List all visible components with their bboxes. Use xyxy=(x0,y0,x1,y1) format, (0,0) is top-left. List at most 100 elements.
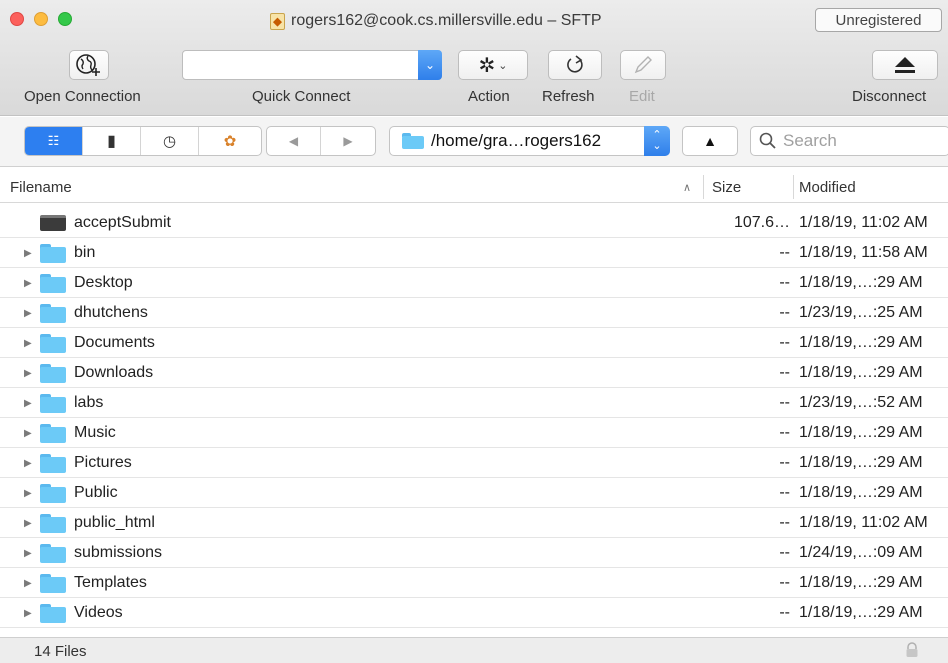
folder-icon xyxy=(40,328,66,358)
disclosure-triangle-icon[interactable]: ▶ xyxy=(24,418,36,448)
file-name: acceptSubmit xyxy=(74,214,171,231)
file-list: acceptSubmit 107.6… 1/18/19, 11:02 AM ▶ bin -… xyxy=(0,208,948,628)
disconnect-button[interactable] xyxy=(872,50,938,80)
file-modified: 1/18/19,…:29 AM xyxy=(799,424,923,441)
refresh-button[interactable] xyxy=(548,50,602,80)
disclosure-triangle-icon[interactable]: ▶ xyxy=(24,508,36,538)
file-size: -- xyxy=(779,244,790,261)
file-modified: 1/18/19,…:29 AM xyxy=(799,484,923,501)
disclosure-triangle-icon[interactable]: ▶ xyxy=(24,538,36,568)
back-button[interactable]: ◀ xyxy=(267,127,322,155)
file-row[interactable]: ▶ Public -- 1/18/19,…:29 AM xyxy=(0,478,948,508)
file-count: 14 Files xyxy=(34,642,87,660)
disclosure-triangle-icon[interactable]: ▶ xyxy=(24,478,36,508)
path-selector[interactable]: /home/gra…rogers162 ⌃ ⌄ xyxy=(389,126,670,156)
file-name: Downloads xyxy=(74,364,154,381)
file-row[interactable]: ▶ Templates -- 1/18/19,…:29 AM xyxy=(0,568,948,598)
quick-connect-label: Quick Connect xyxy=(252,88,351,105)
disclosure-triangle-icon[interactable]: ▶ xyxy=(24,388,36,418)
file-row[interactable]: ▶ Pictures -- 1/18/19,…:29 AM xyxy=(0,448,948,478)
file-row[interactable]: ▶ Documents -- 1/18/19,…:29 AM xyxy=(0,328,948,358)
disclosure-triangle-icon[interactable]: ▶ xyxy=(24,358,36,388)
file-row[interactable]: ▶ Downloads -- 1/18/19,…:29 AM xyxy=(0,358,948,388)
bookmark-icon: ▮ xyxy=(107,133,116,150)
folder-icon xyxy=(40,568,66,598)
file-modified: 1/18/19,…:29 AM xyxy=(799,454,923,471)
folder-icon xyxy=(40,268,66,298)
file-modified: 1/23/19,…:25 AM xyxy=(799,304,923,321)
folder-icon xyxy=(40,538,66,568)
folder-icon xyxy=(40,238,66,268)
file-size: -- xyxy=(779,484,790,501)
file-size: -- xyxy=(779,304,790,321)
unregistered-button[interactable]: Unregistered xyxy=(815,8,942,32)
disclosure-triangle-icon[interactable]: ▶ xyxy=(24,298,36,328)
file-size: -- xyxy=(779,394,790,411)
file-size: -- xyxy=(779,274,790,291)
close-window-button[interactable] xyxy=(10,12,24,26)
file-row[interactable]: ▶ bin -- 1/18/19, 11:58 AM xyxy=(0,238,948,268)
chevron-down-icon: ⌄ xyxy=(498,59,508,72)
disclosure-triangle-icon[interactable]: ▶ xyxy=(24,568,36,598)
open-connection-button[interactable] xyxy=(69,50,109,80)
parent-directory-button[interactable]: ▲ xyxy=(682,126,738,156)
file-row[interactable]: ▶ Desktop -- 1/18/19,…:29 AM xyxy=(0,268,948,298)
file-row[interactable]: ▶ labs -- 1/23/19,…:52 AM xyxy=(0,388,948,418)
file-row[interactable]: acceptSubmit 107.6… 1/18/19, 11:02 AM xyxy=(0,208,948,238)
history-view-button[interactable]: ◷ xyxy=(141,127,199,155)
column-divider[interactable] xyxy=(703,175,704,199)
file-modified: 1/18/19,…:29 AM xyxy=(799,364,923,381)
disclosure-triangle-icon[interactable]: ▶ xyxy=(24,448,36,478)
modified-column-header[interactable]: Modified xyxy=(799,171,856,203)
minimize-window-button[interactable] xyxy=(34,12,48,26)
chevron-right-icon: ▶ xyxy=(343,134,353,148)
up-down-chevron-icon: ⌃ ⌄ xyxy=(652,129,662,152)
disclosure-triangle-icon[interactable]: ▶ xyxy=(24,598,36,628)
folder-icon xyxy=(40,478,66,508)
file-name: submissions xyxy=(74,544,163,561)
folder-icon xyxy=(40,448,66,478)
file-name: Public xyxy=(74,484,118,501)
lock-icon xyxy=(906,642,918,657)
search-icon xyxy=(759,132,776,149)
disclosure-triangle-icon[interactable]: ▶ xyxy=(24,238,36,268)
folder-icon xyxy=(40,298,66,328)
file-size: -- xyxy=(779,514,790,531)
disclosure-triangle-icon[interactable]: ▶ xyxy=(24,268,36,298)
refresh-icon xyxy=(567,55,583,73)
file-name: Documents xyxy=(74,334,155,351)
gear-icon: ✲ xyxy=(478,54,496,77)
action-button[interactable]: ✲ ⌄ xyxy=(458,50,528,80)
file-modified: 1/18/19, 11:02 AM xyxy=(799,514,928,531)
zoom-window-button[interactable] xyxy=(58,12,72,26)
quick-connect-field[interactable]: ⌄ xyxy=(182,50,442,80)
executable-file-icon xyxy=(40,208,66,238)
file-row[interactable]: ▶ dhutchens -- 1/23/19,…:25 AM xyxy=(0,298,948,328)
file-row[interactable]: ▶ Videos -- 1/18/19,…:29 AM xyxy=(0,598,948,628)
file-name: dhutchens xyxy=(74,304,148,321)
bonjour-view-button[interactable]: ✿ xyxy=(199,127,261,155)
bookmarks-view-button[interactable]: ▮ xyxy=(83,127,141,155)
file-modified: 1/23/19,…:52 AM xyxy=(799,394,923,411)
forward-button[interactable]: ▶ xyxy=(321,127,375,155)
size-column-header[interactable]: Size xyxy=(712,171,741,203)
file-name: Videos xyxy=(74,604,123,621)
column-divider[interactable] xyxy=(793,175,794,199)
disconnect-label: Disconnect xyxy=(852,88,927,105)
disclosure-triangle-icon[interactable]: ▶ xyxy=(24,328,36,358)
path-popup-button[interactable]: ⌃ ⌄ xyxy=(644,126,670,156)
file-row[interactable]: ▶ Music -- 1/18/19,…:29 AM xyxy=(0,418,948,448)
filename-column-header[interactable]: Filename xyxy=(10,171,72,203)
edit-button[interactable] xyxy=(620,50,666,80)
browser-view-button[interactable]: ☷ xyxy=(25,127,83,155)
search-field[interactable]: Search xyxy=(750,126,948,156)
file-name: labs xyxy=(74,394,104,411)
quick-connect-dropdown-button[interactable]: ⌄ xyxy=(418,50,442,80)
file-size: -- xyxy=(779,604,790,621)
file-row[interactable]: ▶ submissions -- 1/24/19,…:09 AM xyxy=(0,538,948,568)
navigation-bar: ☷ ▮ ◷ ✿ ◀ ▶ /home/gra…rogers162 ⌃ ⌄ ▲ Se… xyxy=(0,117,948,167)
folder-icon xyxy=(40,358,66,388)
file-row[interactable]: ▶ public_html -- 1/18/19, 11:02 AM xyxy=(0,508,948,538)
file-name: Desktop xyxy=(74,274,133,291)
file-name: Music xyxy=(74,424,116,441)
